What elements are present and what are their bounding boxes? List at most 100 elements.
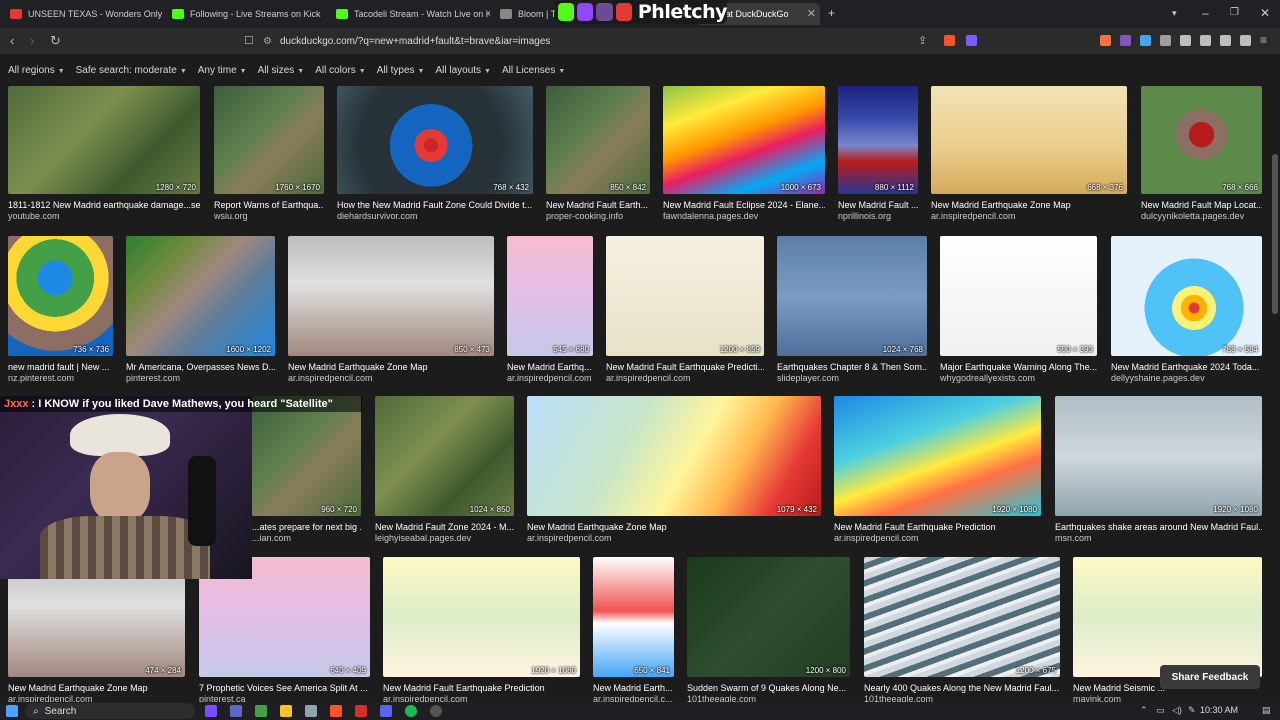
result-source[interactable]: proper-cooking.info	[546, 211, 650, 221]
result-title[interactable]: New Madrid Earthquake 2024 Toda...	[1111, 362, 1262, 372]
menu-icon[interactable]: ≡	[1260, 33, 1267, 47]
close-tab-icon[interactable]: ✕	[807, 7, 816, 20]
result-thumbnail[interactable]: 545 × 680	[507, 236, 593, 356]
result-source[interactable]: nz.pinterest.com	[8, 373, 113, 383]
result-thumbnail[interactable]: 880 × 1112	[838, 86, 918, 194]
extension-icon[interactable]	[1100, 35, 1111, 46]
page-scrollbar[interactable]	[1270, 54, 1280, 702]
filter-types[interactable]: All types ▼	[377, 65, 425, 76]
extensions-icon[interactable]	[1160, 35, 1171, 46]
app-icon[interactable]	[355, 705, 367, 717]
result-source[interactable]: ar.inspiredpencil.com	[931, 211, 1127, 221]
result-thumbnail[interactable]: 1920 × 1080	[383, 557, 580, 677]
result-thumbnail[interactable]: 1920 × 1080	[1055, 396, 1262, 516]
file-explorer-icon[interactable]	[280, 705, 292, 717]
result-thumbnail[interactable]: 1200 × 675	[864, 557, 1060, 677]
result-title[interactable]: New Madrid Fault Map Locat...	[1141, 200, 1262, 210]
result-thumbnail[interactable]: 668 × 376	[931, 86, 1127, 194]
result-thumbnail[interactable]: 850 × 842	[546, 86, 650, 194]
result-thumbnail[interactable]: 736 × 736	[8, 236, 113, 356]
result-source[interactable]: ar.inspiredpencil.com	[527, 533, 821, 543]
media-icon[interactable]	[1180, 35, 1191, 46]
result-source[interactable]: ar.inspiredpencil.com	[606, 373, 764, 383]
result-source[interactable]: pinterest.ca	[199, 694, 370, 702]
back-icon[interactable]: ‹	[10, 33, 14, 48]
result-thumbnail[interactable]: 768 × 432	[337, 86, 533, 194]
scrollbar-thumb[interactable]	[1272, 154, 1278, 314]
result-title[interactable]: New Madrid Earthq...	[507, 362, 593, 372]
result-title[interactable]: Major Earthquake Warning Along The...	[940, 362, 1097, 372]
app-icon[interactable]	[255, 705, 267, 717]
result-source[interactable]: ar.inspiredpencil.com	[834, 533, 1041, 543]
filter-licenses[interactable]: All Licenses ▼	[502, 65, 565, 76]
result-title[interactable]: 1811-1812 New Madrid earthquake damage..…	[8, 200, 200, 210]
vpn-icon[interactable]	[1240, 35, 1251, 46]
bookmark-icon[interactable]: ☐	[244, 34, 254, 47]
result-title[interactable]: new madrid fault | New ...	[8, 362, 113, 372]
minimize-icon[interactable]: –	[1202, 6, 1209, 20]
result-title[interactable]: How the New Madrid Fault Zone Could Divi…	[337, 200, 533, 210]
result-source[interactable]: wsiu.org	[214, 211, 324, 221]
result-thumbnail[interactable]: 1200 × 859	[606, 236, 764, 356]
url-input[interactable]	[279, 35, 880, 47]
volume-icon[interactable]: ◁)	[1172, 705, 1182, 716]
discord-icon[interactable]	[380, 705, 392, 717]
result-title[interactable]: 7 Prophetic Voices See America Split At …	[199, 683, 370, 693]
result-thumbnail[interactable]: 960 × 720	[252, 396, 361, 516]
result-thumbnail[interactable]: 650 × 841	[593, 557, 674, 677]
result-source[interactable]: fawndalenna.pages.dev	[663, 211, 825, 221]
filter-regions[interactable]: All regions ▼	[8, 65, 65, 76]
result-source[interactable]: dulcyynikoletta.pages.dev	[1141, 211, 1262, 221]
result-source[interactable]: whygodreallyexists.com	[940, 373, 1097, 383]
result-title[interactable]: New Madrid Fault Earthquake Prediction	[834, 522, 1041, 532]
result-thumbnail[interactable]: 1760 × 1670	[214, 86, 324, 194]
result-source[interactable]: ar.inspiredpencil.com	[383, 694, 580, 702]
brave-shields-icon[interactable]	[944, 35, 955, 46]
result-thumbnail[interactable]	[1073, 557, 1262, 677]
result-title[interactable]: Sudden Swarm of 9 Quakes Along Ne...	[687, 683, 850, 693]
result-title[interactable]: New Madrid Earthquake Zone Map	[527, 522, 821, 532]
pen-icon[interactable]: ✎	[1188, 705, 1196, 716]
result-source[interactable]: slideplayer.com	[777, 373, 927, 383]
result-thumbnail[interactable]: 1024 × 768	[777, 236, 927, 356]
brave-browser-icon[interactable]	[330, 705, 342, 717]
extension-icon[interactable]	[1140, 35, 1151, 46]
result-title[interactable]: New Madrid Fault Eclipse 2024 - Elane...	[663, 200, 825, 210]
result-source[interactable]: ar.inspiredpencil.com	[8, 694, 185, 702]
share-icon[interactable]: ⇪	[918, 34, 927, 47]
result-source[interactable]: ar.inspiredpencil.com	[507, 373, 593, 383]
leo-ai-icon[interactable]	[1220, 35, 1231, 46]
result-title[interactable]: Earthquakes Chapter 8 & Then Som...	[777, 362, 927, 372]
result-source[interactable]: dellyyshaine.pages.dev	[1111, 373, 1262, 383]
result-title[interactable]: New Madrid Earthquake Zone Map	[931, 200, 1127, 210]
site-info-icon[interactable]: ⚙	[263, 36, 272, 47]
tray-chevron-up-icon[interactable]: ⌃	[1140, 705, 1148, 716]
share-feedback-button[interactable]: Share Feedback	[1160, 665, 1260, 689]
result-title[interactable]: ...ates prepare for next big ...	[252, 522, 361, 532]
result-source[interactable]: mavink.com	[1073, 694, 1262, 702]
browser-tab[interactable]: UNSEEN TEXAS - Wonders Only Loca	[4, 3, 162, 25]
result-source[interactable]: 101theeagle.com	[864, 694, 1060, 702]
notifications-icon[interactable]: ▤	[1262, 705, 1271, 716]
result-title[interactable]: Nearly 400 Quakes Along the New Madrid F…	[864, 683, 1060, 693]
result-thumbnail[interactable]: 1000 × 673	[663, 86, 825, 194]
browser-tab[interactable]: Tacodeli Stream - Watch Live on Kick	[330, 3, 490, 25]
result-source[interactable]: msn.com	[1055, 533, 1262, 543]
maximize-icon[interactable]: ❐	[1230, 7, 1239, 18]
result-title[interactable]: New Madrid Fault Earthquake Prediction	[383, 683, 580, 693]
result-thumbnail[interactable]: 1200 × 800	[687, 557, 850, 677]
result-title[interactable]: New Madrid Earthquake Zone Map	[8, 683, 185, 693]
start-icon[interactable]	[6, 705, 18, 717]
result-title[interactable]: New Madrid Fault ...	[838, 200, 918, 210]
sidebar-icon[interactable]	[1200, 35, 1211, 46]
result-thumbnail[interactable]: 788 × 584	[1111, 236, 1262, 356]
new-tab-icon[interactable]: +	[828, 6, 835, 20]
result-source[interactable]: ...ian.com	[252, 533, 361, 543]
browser-tab[interactable]: Following - Live Streams on Kick	[166, 3, 326, 25]
result-thumbnail[interactable]: 768 × 666	[1141, 86, 1262, 194]
result-source[interactable]: leighyiseabal.pages.dev	[375, 533, 514, 543]
result-title[interactable]: Earthquakes shake areas around New Madri…	[1055, 522, 1262, 532]
obs-icon[interactable]	[430, 705, 442, 717]
result-thumbnail[interactable]: 550 × 393	[940, 236, 1097, 356]
tab-search-icon[interactable]: ▾	[1172, 8, 1177, 19]
